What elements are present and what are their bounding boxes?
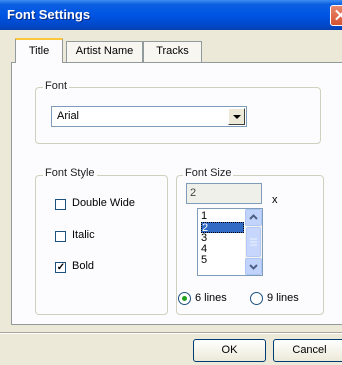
scrollbar[interactable]: [245, 209, 262, 275]
chevron-down-icon: [249, 264, 258, 270]
double-wide-label: Double Wide: [72, 197, 135, 209]
bold-checkbox[interactable]: ✓: [55, 262, 66, 273]
chevron-down-icon[interactable]: [228, 108, 245, 125]
nine-lines-label: 9 lines: [267, 292, 299, 304]
list-item[interactable]: 5: [201, 255, 244, 266]
font-size-list[interactable]: 1 2 3 4 5: [197, 208, 263, 276]
separator: [0, 332, 342, 334]
font-style-legend: Font Style: [43, 167, 97, 179]
font-select[interactable]: Arial: [51, 106, 247, 127]
double-wide-checkbox[interactable]: [55, 199, 66, 210]
six-lines-label: 6 lines: [195, 292, 227, 304]
list-item[interactable]: 1: [201, 211, 244, 222]
ok-button[interactable]: OK: [193, 339, 266, 362]
font-size-suffix: x: [272, 194, 278, 206]
tab-artist-name[interactable]: Artist Name: [66, 41, 143, 62]
italic-checkbox[interactable]: [55, 231, 66, 242]
font-style-group: [35, 175, 168, 315]
list-item[interactable]: 4: [201, 244, 244, 255]
font-legend: Font: [43, 80, 70, 92]
six-lines-radio[interactable]: [178, 292, 191, 305]
scroll-up-button[interactable]: [245, 209, 262, 226]
grip-icon: [250, 238, 257, 246]
tab-tracks[interactable]: Tracks: [143, 41, 202, 62]
cancel-button[interactable]: Cancel: [273, 339, 342, 362]
scroll-down-button[interactable]: [245, 258, 262, 275]
window-title: Font Settings: [7, 7, 91, 22]
tab-title[interactable]: Title: [15, 38, 63, 63]
nine-lines-radio[interactable]: [250, 292, 263, 305]
italic-label: Italic: [72, 229, 95, 241]
checkmark-icon: ✓: [56, 262, 66, 273]
list-item-selected[interactable]: 2: [201, 222, 244, 234]
font-size-field[interactable]: 2: [186, 183, 262, 204]
font-size-value: 2: [190, 187, 197, 199]
list-item[interactable]: 3: [201, 233, 244, 244]
scroll-thumb[interactable]: [246, 227, 261, 257]
bold-label: Bold: [72, 260, 95, 272]
close-icon[interactable]: [330, 5, 342, 26]
chevron-up-icon: [249, 214, 258, 220]
font-select-value: Arial: [57, 110, 80, 122]
font-size-legend: Font Size: [183, 167, 234, 179]
